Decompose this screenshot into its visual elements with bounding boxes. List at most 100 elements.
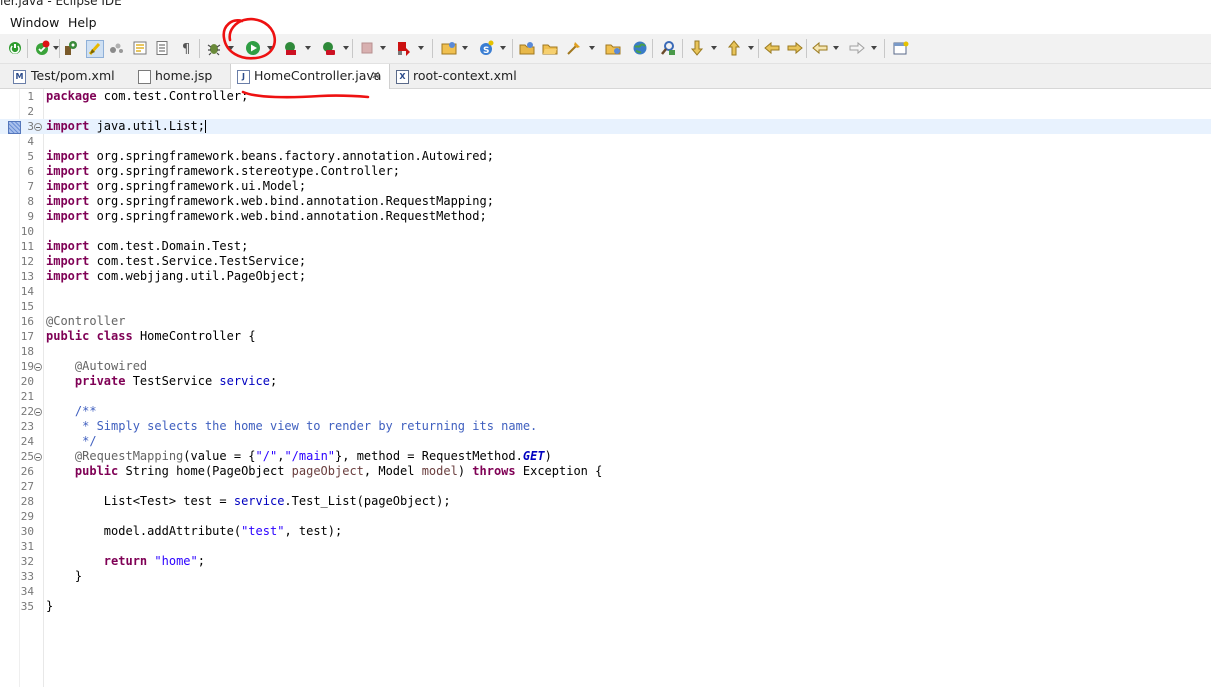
line-number: 25 [20, 450, 34, 463]
code-text: import org.springframework.web.bind.anno… [46, 209, 487, 223]
code-line[interactable]: 3 import java.util.List; [0, 119, 1211, 134]
stop-icon[interactable] [359, 40, 375, 56]
code-line[interactable]: 25 @RequestMapping(value = {"/","/main"}… [0, 449, 1211, 464]
paragraph-icon[interactable]: ¶ [178, 40, 194, 56]
back-icon[interactable] [812, 40, 828, 56]
text-caret [204, 120, 206, 133]
code-line[interactable]: 29 [0, 509, 1211, 524]
coverage-dropdown-arrow[interactable] [305, 46, 311, 50]
open-type-icon[interactable] [519, 40, 535, 56]
server-dropdown-arrow[interactable] [418, 46, 424, 50]
code-line[interactable]: 16 @Controller [0, 314, 1211, 329]
code-line[interactable]: 32 return "home"; [0, 554, 1211, 569]
code-line[interactable]: 31 [0, 539, 1211, 554]
run-icon[interactable] [245, 40, 261, 56]
code-line[interactable]: 14 [0, 284, 1211, 299]
code-line[interactable]: 20 private TestService service; [0, 374, 1211, 389]
new-class-dropdown-arrow[interactable] [500, 46, 506, 50]
debug-icon[interactable] [206, 40, 222, 56]
next-annotation-icon[interactable] [689, 40, 705, 56]
code-line[interactable]: 18 [0, 344, 1211, 359]
external-tools-icon[interactable] [321, 40, 337, 56]
tab-label: HomeController.java [254, 68, 382, 83]
new-icon[interactable] [34, 40, 50, 56]
fold-toggle-icon[interactable] [34, 123, 42, 131]
toggle-block-selection-icon[interactable] [108, 40, 124, 56]
code-line[interactable]: 4 [0, 134, 1211, 149]
server-icon[interactable] [396, 40, 412, 56]
code-line[interactable]: 19 @Autowired [0, 359, 1211, 374]
external-tools-dropdown-arrow[interactable] [343, 46, 349, 50]
code-line[interactable]: 22 /** [0, 404, 1211, 419]
code-line[interactable]: 7 import org.springframework.ui.Model; [0, 179, 1211, 194]
skip-all-breakpoints-icon[interactable] [7, 40, 23, 56]
forward-dropdown-arrow[interactable] [871, 46, 877, 50]
code-line[interactable]: 24 */ [0, 434, 1211, 449]
open-task-dropdown-arrow[interactable] [589, 46, 595, 50]
debug-dropdown-arrow[interactable] [228, 46, 234, 50]
next-edit-location-icon[interactable] [787, 40, 803, 56]
tab-root-context-xml[interactable]: X root-context.xml [396, 64, 526, 88]
code-line[interactable]: 26 public String home(PageObject pageObj… [0, 464, 1211, 479]
code-line[interactable]: 33 } [0, 569, 1211, 584]
code-line[interactable]: 34 [0, 584, 1211, 599]
code-line[interactable]: 8 import org.springframework.web.bind.ann… [0, 194, 1211, 209]
code-line[interactable]: 13 import com.webjjang.util.PageObject; [0, 269, 1211, 284]
open-task-icon[interactable] [566, 40, 582, 56]
last-edit-location-icon[interactable] [764, 40, 780, 56]
code-editor[interactable]: 1 package com.test.Controller; 2 3 import ja… [0, 89, 1211, 687]
open-folder-icon[interactable] [542, 40, 558, 56]
line-number: 34 [20, 585, 34, 598]
code-line[interactable]: 30 model.addAttribute("test", test); [0, 524, 1211, 539]
code-line[interactable]: 21 [0, 389, 1211, 404]
code-line[interactable]: 28 List<Test> test = service.Test_List(p… [0, 494, 1211, 509]
fold-toggle-icon[interactable] [34, 453, 42, 461]
code-line[interactable]: 23 * Simply selects the home view to ren… [0, 419, 1211, 434]
code-line[interactable]: 12 import com.test.Service.TestService; [0, 254, 1211, 269]
new-java-project-icon[interactable] [441, 40, 457, 56]
next-annotation-dropdown-arrow[interactable] [711, 46, 717, 50]
tab-test-pom-xml[interactable]: M Test/pom.xml [13, 64, 128, 88]
toggle-mark-occurrences-icon[interactable] [86, 40, 104, 58]
show-whitespace-icon[interactable] [132, 40, 148, 56]
code-text: package com.test.Controller; [46, 89, 249, 103]
search-icon[interactable] [660, 40, 676, 56]
fold-toggle-icon[interactable] [34, 408, 42, 416]
code-line[interactable]: 6 import org.springframework.stereotype.C… [0, 164, 1211, 179]
run-dropdown-arrow[interactable] [267, 46, 273, 50]
tab-close-icon[interactable]: ✕ [371, 69, 380, 82]
code-line[interactable]: 9 import org.springframework.web.bind.ann… [0, 209, 1211, 224]
toolbar-separator [884, 39, 885, 58]
back-dropdown-arrow[interactable] [833, 46, 839, 50]
line-number: 5 [27, 150, 34, 163]
code-line[interactable]: 1 package com.test.Controller; [0, 89, 1211, 104]
previous-annotation-dropdown-arrow[interactable] [748, 46, 754, 50]
code-line[interactable]: 17 public class HomeController { [0, 329, 1211, 344]
line-number: 13 [20, 270, 34, 283]
new-project-dropdown-arrow[interactable] [462, 46, 468, 50]
web-browser-icon[interactable] [632, 40, 648, 56]
previous-annotation-icon[interactable] [726, 40, 742, 56]
tab-homecontroller-java[interactable]: J HomeController.java ✕ [230, 64, 390, 89]
tab-home-jsp[interactable]: home.jsp [138, 64, 228, 88]
show-source-icon[interactable] [154, 40, 170, 56]
new-class-icon[interactable]: S [478, 40, 494, 56]
code-line[interactable]: 15 [0, 299, 1211, 314]
open-perspective-icon[interactable] [893, 40, 909, 56]
code-line[interactable]: 10 [0, 224, 1211, 239]
forward-icon[interactable] [849, 40, 865, 56]
line-number: 17 [20, 330, 34, 343]
fold-toggle-icon[interactable] [34, 363, 42, 371]
code-line[interactable]: 11 import com.test.Domain.Test; [0, 239, 1211, 254]
menu-help[interactable]: Help [68, 15, 97, 30]
menu-window[interactable]: Window [10, 15, 59, 30]
code-line[interactable]: 5 import org.springframework.beans.factor… [0, 149, 1211, 164]
code-line[interactable]: 27 [0, 479, 1211, 494]
build-icon[interactable] [63, 40, 79, 56]
code-line[interactable]: 35} [0, 599, 1211, 614]
stop-dropdown-arrow[interactable] [380, 46, 386, 50]
open-resource-icon[interactable] [605, 40, 621, 56]
menu-bar: Window Help [0, 11, 1211, 34]
code-line[interactable]: 2 [0, 104, 1211, 119]
coverage-icon[interactable] [283, 40, 299, 56]
